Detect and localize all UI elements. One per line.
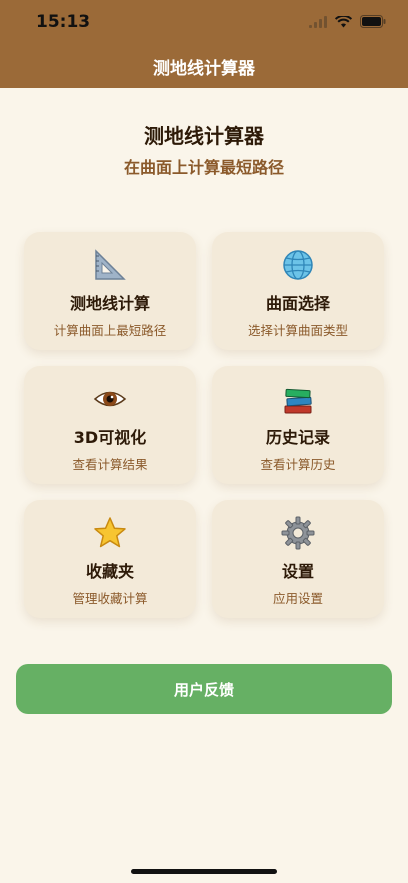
nav-title: 测地线计算器	[153, 59, 255, 79]
card-desc: 选择计算曲面类型	[247, 323, 348, 338]
card-3d-visualization[interactable]: 3D可视化 查看计算结果	[24, 366, 196, 484]
star-icon	[93, 516, 127, 550]
wifi-icon	[334, 13, 353, 32]
gear-icon	[281, 516, 315, 550]
card-settings[interactable]: 设置 应用设置	[212, 500, 384, 618]
eye-icon	[93, 382, 127, 416]
card-desc: 查看计算结果	[72, 457, 148, 472]
card-title: 设置	[281, 562, 314, 581]
status-bar: 15:13	[0, 0, 408, 44]
books-icon	[281, 382, 315, 416]
page-subtitle: 在曲面上计算最短路径	[123, 158, 284, 177]
card-title: 测地线计算	[69, 294, 150, 313]
signal-icon	[309, 13, 327, 32]
feedback-button[interactable]: 用户反馈	[16, 664, 392, 714]
card-desc: 查看计算历史	[260, 457, 336, 472]
card-desc: 应用设置	[272, 591, 323, 606]
card-desc: 计算曲面上最短路径	[53, 323, 167, 338]
battery-icon	[360, 13, 386, 32]
status-time: 15:13	[36, 12, 91, 32]
card-geodesic-calc[interactable]: 测地线计算 计算曲面上最短路径	[24, 232, 196, 350]
status-icons	[309, 14, 386, 30]
card-title: 历史记录	[265, 428, 330, 447]
card-surface-select[interactable]: 曲面选择 选择计算曲面类型	[212, 232, 384, 350]
card-favorites[interactable]: 收藏夹 管理收藏计算	[24, 500, 196, 618]
feature-grid: 测地线计算 计算曲面上最短路径 曲面选择 选择计算曲面类型 3D可视化 查看计算…	[24, 232, 384, 618]
home-indicator	[131, 869, 277, 874]
card-desc: 管理收藏计算	[72, 591, 148, 606]
page-title: 测地线计算器	[144, 124, 264, 148]
card-history[interactable]: 历史记录 查看计算历史	[212, 366, 384, 484]
triangle-ruler-icon	[93, 248, 127, 282]
app-header: 15:13 测地线计算器	[0, 0, 408, 88]
card-title: 收藏夹	[85, 562, 134, 581]
card-title: 3D可视化	[73, 428, 147, 447]
globe-icon	[281, 248, 315, 282]
card-title: 曲面选择	[265, 294, 330, 313]
